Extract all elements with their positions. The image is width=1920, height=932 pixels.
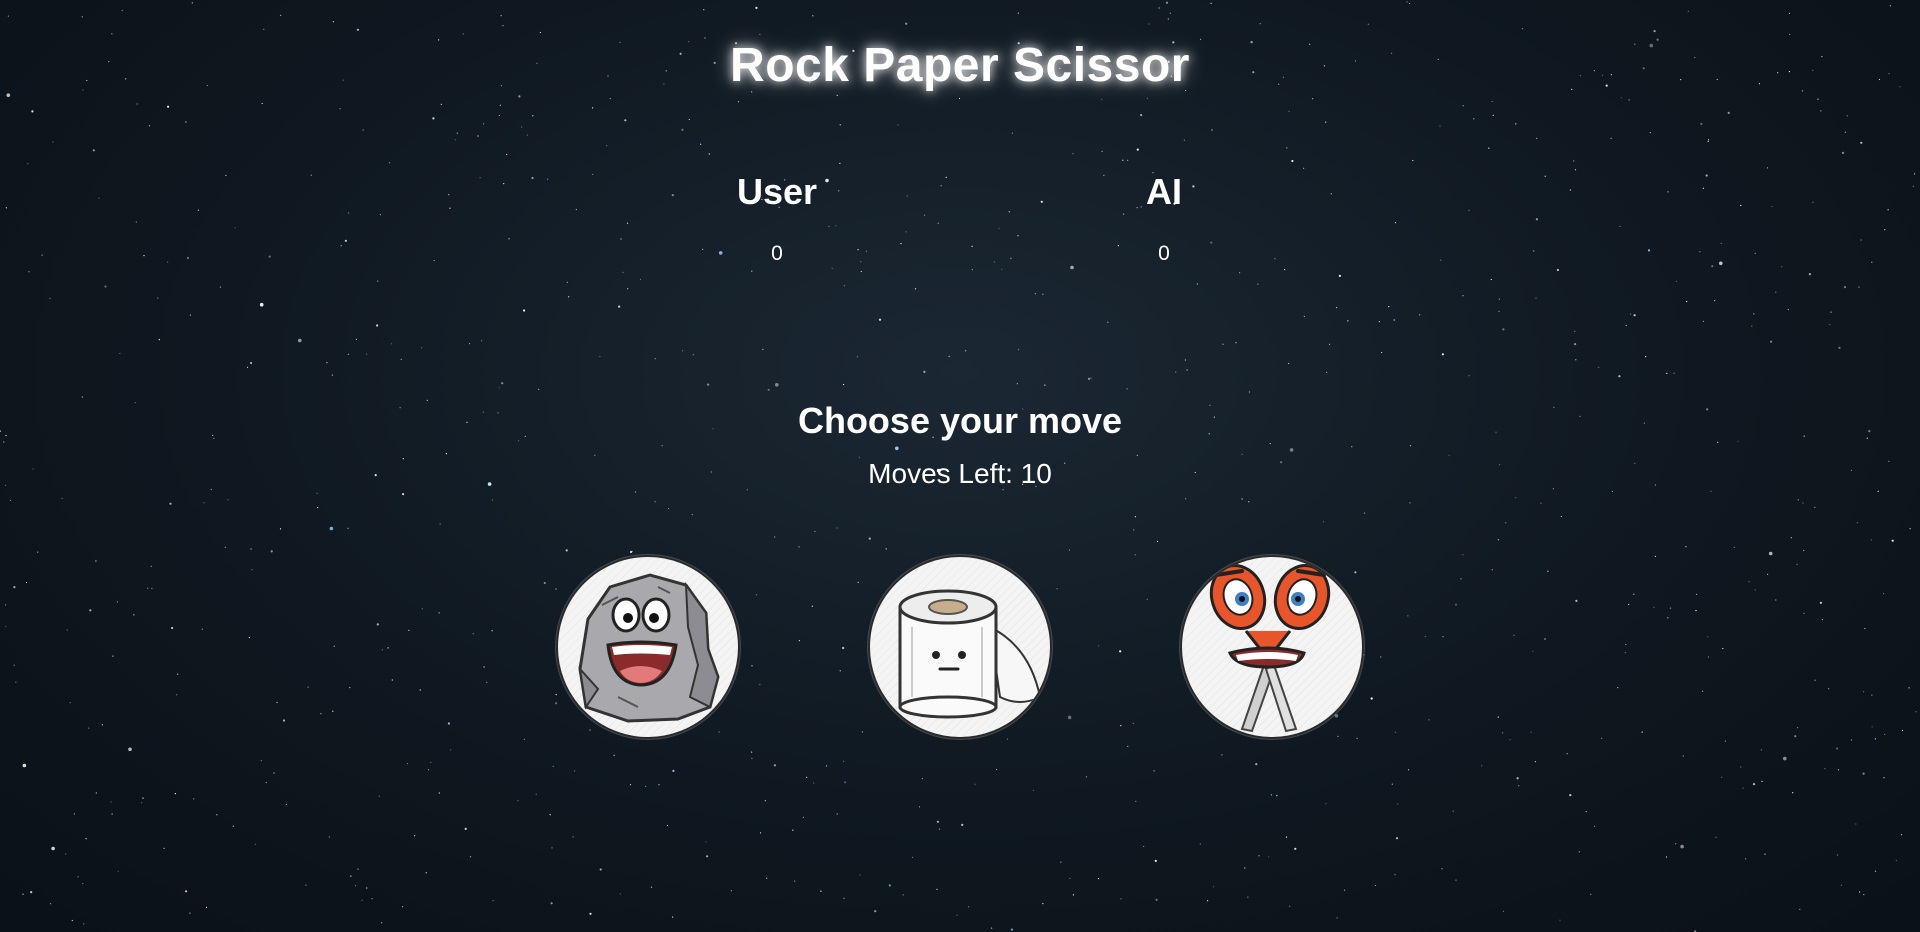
paper-choice-button[interactable]	[868, 555, 1052, 739]
ai-score-panel: AI 0	[1064, 168, 1264, 268]
ai-score-value: 0	[1158, 242, 1170, 265]
user-score-panel: User 0	[677, 168, 877, 268]
user-score-label: User	[736, 171, 818, 212]
moves-left-counter: Moves Left: 10	[868, 458, 1052, 489]
ai-score-label: AI	[1146, 171, 1182, 212]
user-score-value: 0	[771, 242, 783, 265]
rock-choice-button[interactable]	[556, 555, 740, 739]
game-screen: Rock Paper Scissor User 0 AI 0 Choose yo…	[0, 0, 1920, 932]
choose-move-prompt: Choose your move	[797, 400, 1123, 441]
toilet-paper-character-icon	[870, 557, 1050, 737]
scissor-choice-button[interactable]	[1180, 555, 1364, 739]
scissors-character-icon	[1182, 557, 1362, 737]
game-title: Rock Paper Scissor	[730, 39, 1190, 92]
rock-character-icon	[558, 557, 738, 737]
